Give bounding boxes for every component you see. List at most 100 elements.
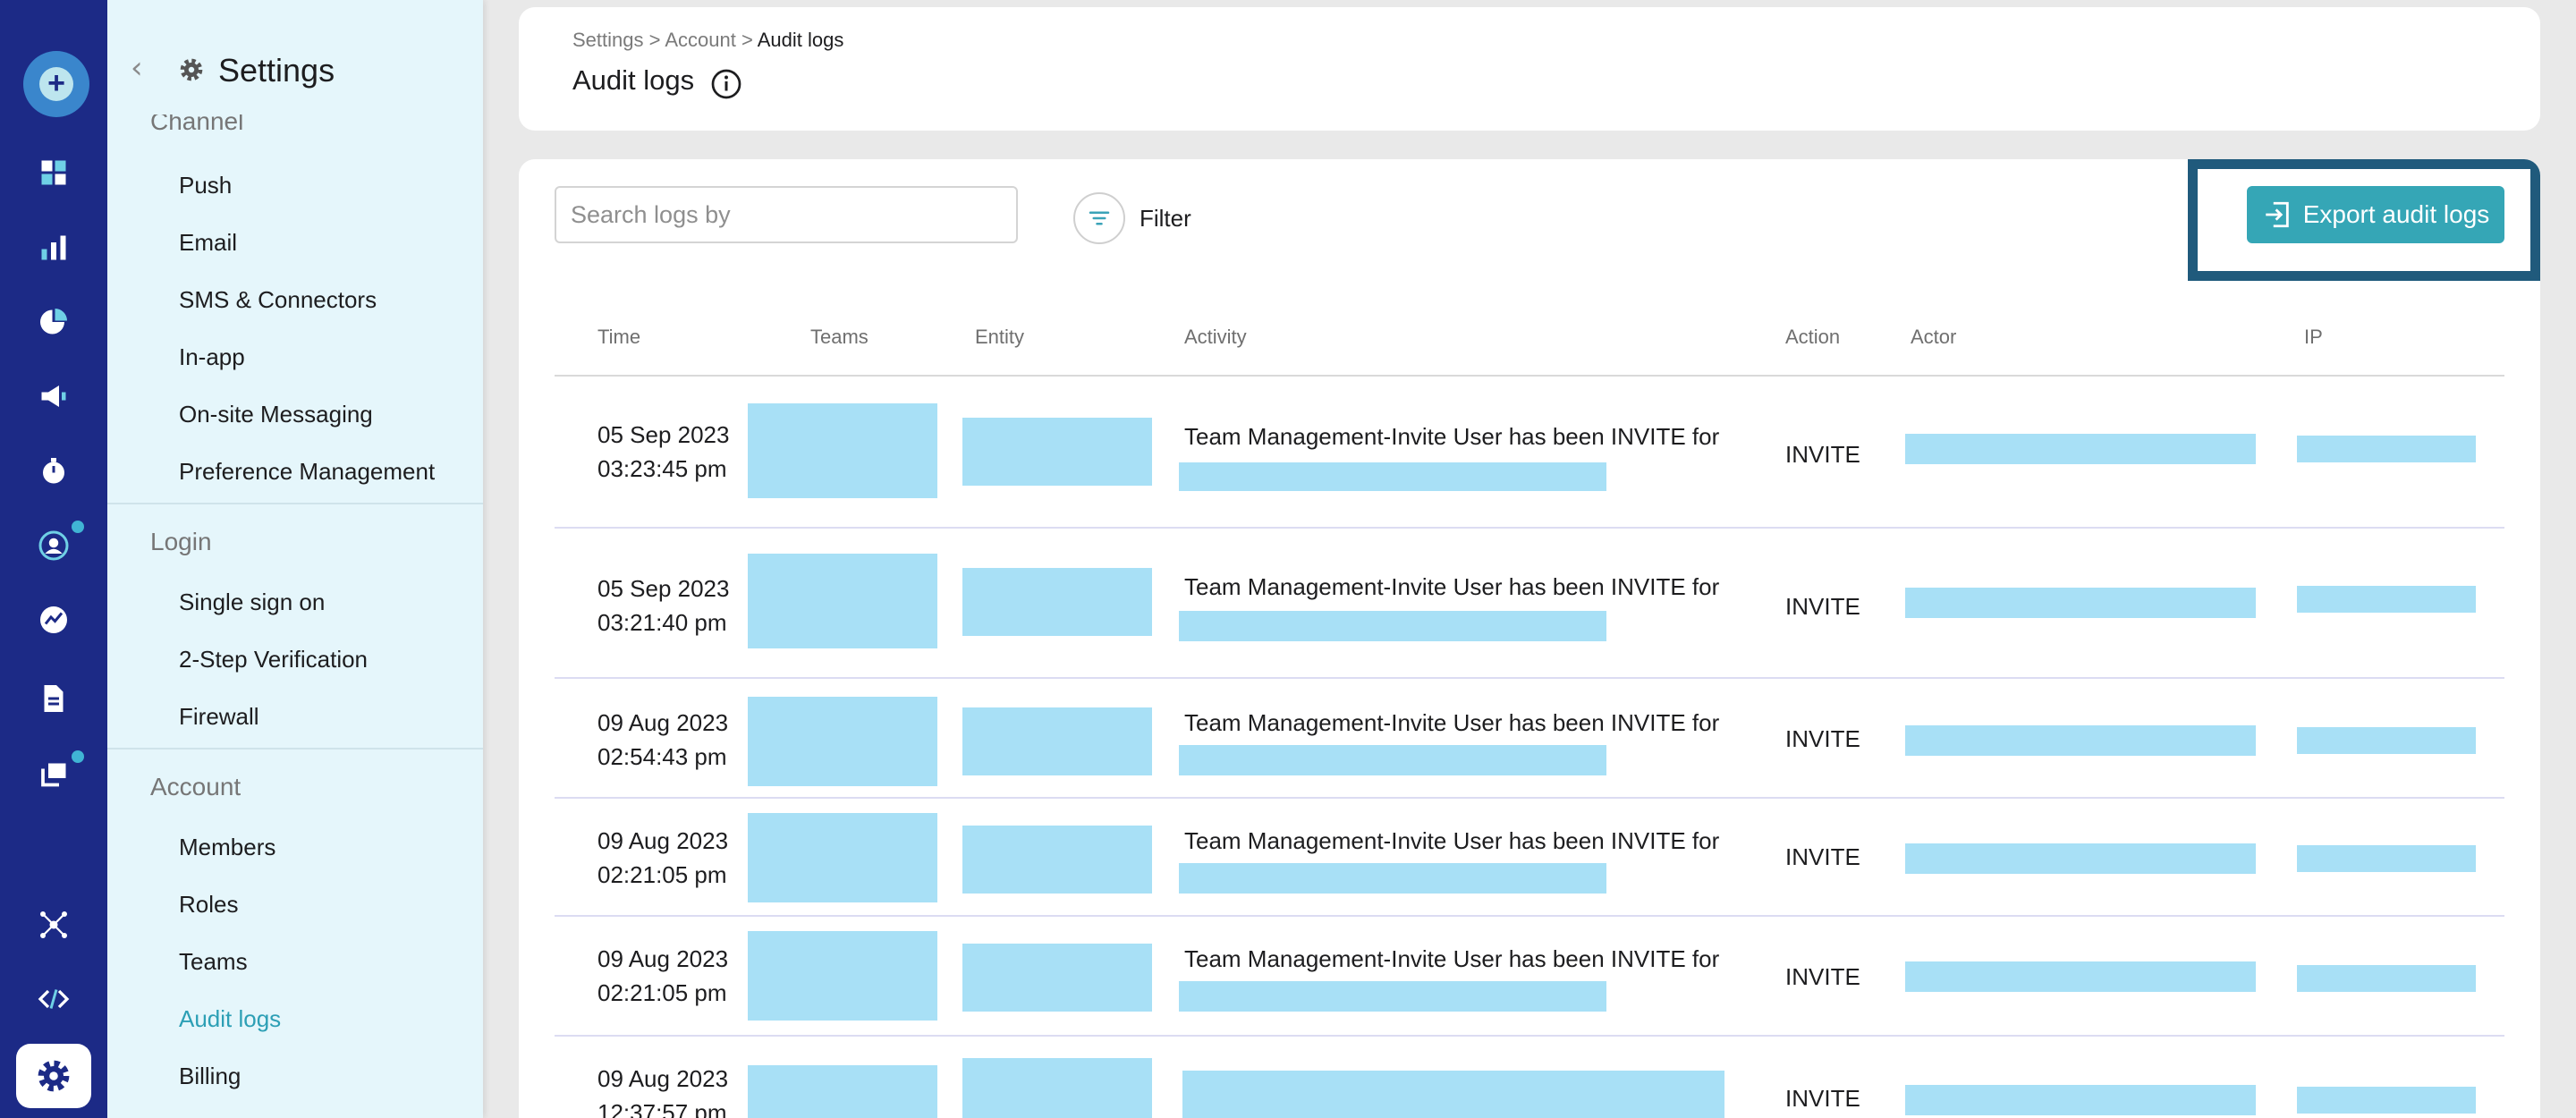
table-row[interactable]: 05 Sep 2023 03:23:45 pm Team Management-… xyxy=(555,377,2504,529)
redacted-activity-target xyxy=(1179,863,1606,894)
column-header-time: Time xyxy=(597,326,641,348)
export-audit-logs-button[interactable]: Export audit logs xyxy=(2247,186,2504,243)
redacted-ip xyxy=(2297,727,2476,754)
divider xyxy=(107,748,483,750)
table-row[interactable]: 05 Sep 2023 03:21:40 pm Team Management-… xyxy=(555,530,2504,679)
sidebar-item-members[interactable]: Members xyxy=(179,834,275,861)
table-row[interactable]: 09 Aug 2023 02:21:05 pm Team Management-… xyxy=(555,919,2504,1037)
column-header-teams: Teams xyxy=(810,326,869,348)
breadcrumb-settings[interactable]: Settings > xyxy=(572,29,660,51)
sidebar-item-push[interactable]: Push xyxy=(179,172,232,199)
breadcrumb-account[interactable]: Account > xyxy=(665,29,752,51)
sidebar-item-in-app[interactable]: In-app xyxy=(179,343,245,371)
page-header: Settings > Account > Audit logs Audit lo… xyxy=(519,7,2540,131)
action-text: INVITE xyxy=(1785,963,1860,990)
table-row[interactable]: 09 Aug 2023 02:21:05 pm Team Management-… xyxy=(555,800,2504,917)
action-text: INVITE xyxy=(1785,1085,1860,1112)
section-login: Login xyxy=(150,528,212,555)
sidebar-item-billing[interactable]: Billing xyxy=(179,1063,241,1090)
export-label: Export audit logs xyxy=(2302,200,2490,228)
redacted-teams xyxy=(748,697,937,786)
redacted-ip xyxy=(2297,586,2476,613)
section-account: Account xyxy=(150,773,242,800)
gear-icon xyxy=(180,58,203,81)
redacted-teams xyxy=(748,1065,937,1118)
breadcrumb-current: Audit logs xyxy=(757,29,844,51)
gallery-icon[interactable] xyxy=(32,750,84,797)
sidebar-item-roles[interactable]: Roles xyxy=(179,891,238,919)
time-text: 02:54:43 pm xyxy=(597,743,727,770)
user-profile-icon[interactable] xyxy=(32,521,84,567)
redacted-actor xyxy=(1905,843,2256,874)
add-icon[interactable]: + xyxy=(23,51,89,117)
trend-icon[interactable] xyxy=(32,598,75,641)
sidebar-item-preference-management[interactable]: Preference Management xyxy=(179,458,435,486)
column-header-ip: IP xyxy=(2304,326,2323,348)
column-header-activity: Activity xyxy=(1184,326,1247,348)
column-header-actor: Actor xyxy=(1911,326,1957,348)
redacted-teams xyxy=(748,403,937,498)
redacted-activity xyxy=(1182,1071,1724,1118)
code-icon[interactable] xyxy=(32,978,75,1021)
redacted-ip xyxy=(2297,965,2476,992)
back-chevron-icon[interactable]: ‹ xyxy=(131,50,143,86)
date-text: 09 Aug 2023 xyxy=(597,827,729,854)
column-header-entity: Entity xyxy=(975,326,1025,348)
document-icon[interactable] xyxy=(32,677,75,720)
page-title: Audit logs xyxy=(572,64,695,96)
redacted-entity xyxy=(962,418,1152,486)
activity-text: Team Management-Invite User has been INV… xyxy=(1184,827,1720,854)
icon-rail: + xyxy=(0,0,107,1118)
time-cell: 05 Sep 2023 03:23:45 pm xyxy=(597,418,729,486)
sidebar-item-email[interactable]: Email xyxy=(179,229,237,257)
time-cell: 09 Aug 2023 12:37:57 pm xyxy=(597,1062,728,1118)
date-text: 09 Aug 2023 xyxy=(597,709,729,736)
redacted-activity-target xyxy=(1179,462,1606,491)
table-row[interactable]: 09 Aug 2023 02:54:43 pm Team Management-… xyxy=(555,681,2504,799)
action-text: INVITE xyxy=(1785,843,1860,870)
time-text: 02:21:05 pm xyxy=(597,861,727,888)
segment-pie-icon[interactable] xyxy=(32,301,75,343)
redacted-entity xyxy=(962,1058,1152,1118)
action-text: INVITE xyxy=(1785,441,1860,468)
sidebar-item-firewall[interactable]: Firewall xyxy=(179,703,259,731)
time-cell: 05 Sep 2023 03:21:40 pm xyxy=(597,572,729,639)
redacted-actor xyxy=(1905,961,2256,992)
sidebar-item-teams[interactable]: Teams xyxy=(179,948,248,976)
time-text: 03:23:45 pm xyxy=(597,455,727,482)
search-input[interactable] xyxy=(555,186,1018,243)
table-row[interactable]: 09 Aug 2023 12:37:57 pm INVITE xyxy=(555,1038,2504,1118)
activity-text: Team Management-Invite User has been INV… xyxy=(1184,709,1720,736)
sidebar-item-2-step-verification[interactable]: 2-Step Verification xyxy=(179,646,368,673)
activity-text: Team Management-Invite User has been INV… xyxy=(1184,945,1720,972)
redacted-actor xyxy=(1905,588,2256,618)
date-text: 09 Aug 2023 xyxy=(597,945,729,972)
timer-icon[interactable] xyxy=(32,450,75,493)
sidebar-item-single-sign-on[interactable]: Single sign on xyxy=(179,589,325,616)
settings-sidebar: ‹ Settings Channel Push Email SMS & Conn… xyxy=(107,0,483,1118)
audit-log-panel: Filter Export audit logs Time Teams Enti… xyxy=(519,159,2540,1118)
column-header-action: Action xyxy=(1785,326,1841,348)
redacted-activity-target xyxy=(1179,611,1606,641)
redacted-activity-target xyxy=(1179,981,1606,1012)
sidebar-item-on-site-messaging[interactable]: On-site Messaging xyxy=(179,401,373,428)
filter-icon xyxy=(1073,192,1125,244)
action-text: INVITE xyxy=(1785,725,1860,752)
filter-button[interactable]: Filter xyxy=(1073,192,1191,244)
network-icon[interactable] xyxy=(32,903,75,946)
time-cell: 09 Aug 2023 02:21:05 pm xyxy=(597,942,728,1010)
info-icon[interactable] xyxy=(710,68,742,100)
breadcrumb: Settings > Account > Audit logs xyxy=(572,29,843,52)
campaign-megaphone-icon[interactable] xyxy=(32,375,75,418)
time-text: 03:21:40 pm xyxy=(597,609,727,636)
sidebar-item-sms-connectors[interactable]: SMS & Connectors xyxy=(179,286,377,314)
time-cell: 09 Aug 2023 02:54:43 pm xyxy=(597,706,728,774)
filter-label: Filter xyxy=(1140,204,1191,232)
settings-gear-icon[interactable] xyxy=(16,1044,91,1108)
sidebar-item-audit-logs[interactable]: Audit logs xyxy=(179,1005,281,1033)
redacted-ip xyxy=(2297,1087,2476,1114)
redacted-actor xyxy=(1905,725,2256,756)
dashboard-icon[interactable] xyxy=(32,151,75,194)
analytics-icon[interactable] xyxy=(32,226,75,269)
date-text: 05 Sep 2023 xyxy=(597,575,730,602)
